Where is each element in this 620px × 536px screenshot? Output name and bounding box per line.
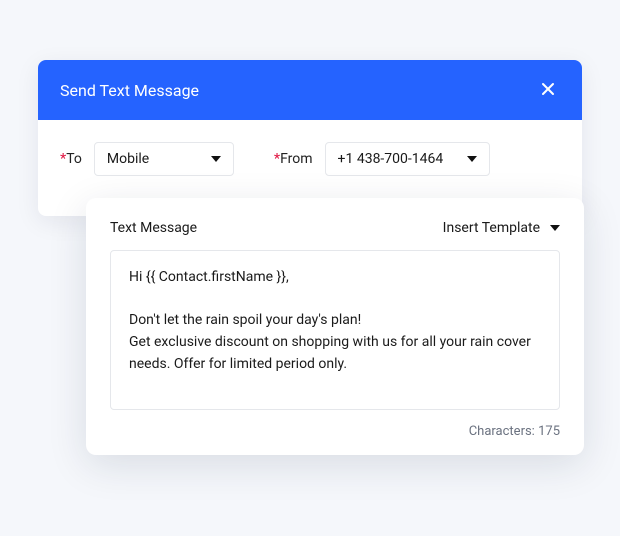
to-label-wrap: *To bbox=[60, 151, 82, 167]
close-icon bbox=[541, 81, 555, 100]
to-select-value: Mobile bbox=[107, 151, 149, 167]
from-label-wrap: *From bbox=[274, 151, 313, 167]
caret-down-icon bbox=[211, 156, 221, 162]
caret-down-icon bbox=[467, 156, 477, 162]
text-message-card: Text Message Insert Template Hi {{ Conta… bbox=[86, 198, 584, 455]
from-field-group: *From +1 438-700-1464 bbox=[274, 142, 490, 176]
to-label: To bbox=[66, 151, 82, 167]
to-select[interactable]: Mobile bbox=[94, 142, 234, 176]
dialog-title: Send Text Message bbox=[60, 81, 199, 100]
message-section-label: Text Message bbox=[110, 220, 197, 236]
dialog-header: Send Text Message bbox=[38, 60, 582, 120]
from-select[interactable]: +1 438-700-1464 bbox=[325, 142, 491, 176]
from-label: From bbox=[280, 151, 312, 167]
caret-down-icon bbox=[550, 225, 560, 231]
send-text-dialog: Send Text Message *To Mobile bbox=[38, 60, 582, 216]
message-card-header: Text Message Insert Template bbox=[110, 220, 560, 236]
character-counter: Characters: 175 bbox=[110, 424, 560, 439]
character-count-value: 175 bbox=[538, 424, 560, 439]
character-label: Characters: bbox=[469, 424, 535, 439]
insert-template-label: Insert Template bbox=[443, 220, 540, 236]
close-button[interactable] bbox=[536, 78, 560, 102]
from-select-value: +1 438-700-1464 bbox=[338, 151, 444, 167]
to-field-group: *To Mobile bbox=[60, 142, 234, 176]
message-textarea[interactable]: Hi {{ Contact.firstName }}, Don't let th… bbox=[110, 250, 560, 410]
insert-template-button[interactable]: Insert Template bbox=[443, 220, 560, 236]
